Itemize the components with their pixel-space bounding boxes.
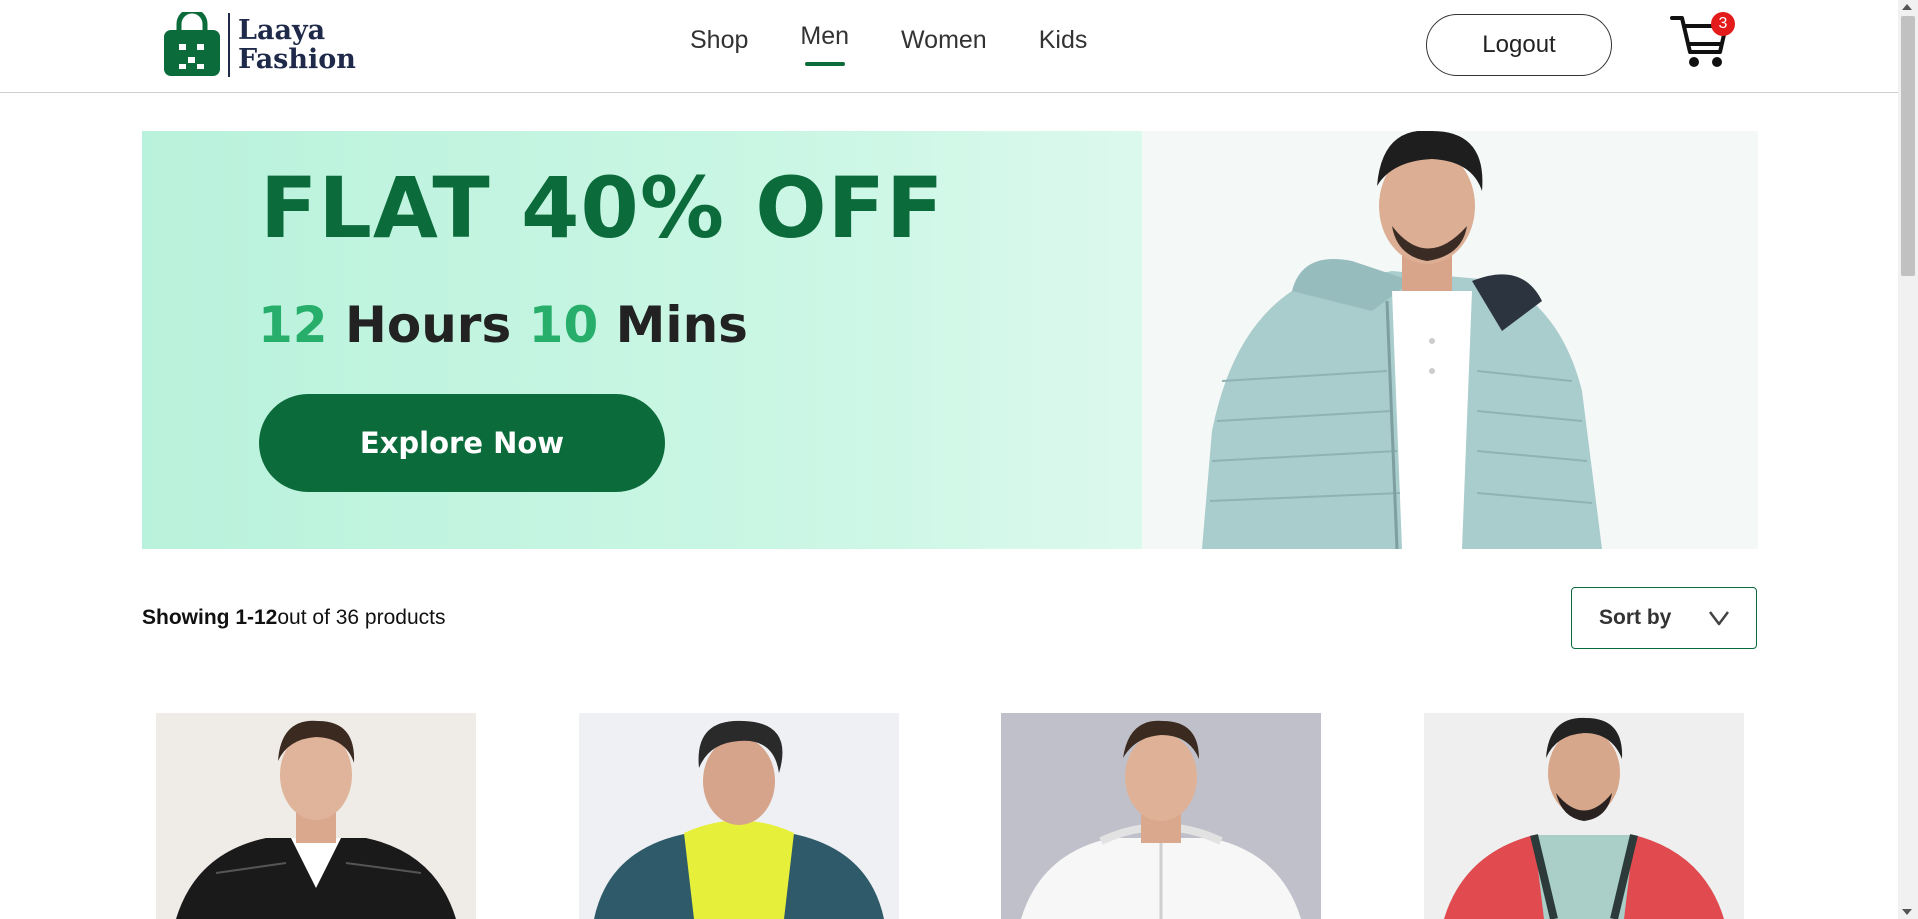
site-header: Laaya Fashion Shop Men Women Kids Logout…	[0, 0, 1898, 93]
brand-name-line1: Laaya	[238, 15, 326, 46]
chevron-down-icon	[1709, 611, 1729, 626]
results-total: out of 36 products	[277, 606, 446, 629]
cart-count-badge: 3	[1711, 12, 1735, 36]
scroll-up-arrow-icon[interactable]	[1902, 4, 1912, 10]
scrollbar-thumb[interactable]	[1901, 16, 1915, 276]
brand-logo[interactable]: Laaya Fashion	[162, 12, 356, 78]
brand-name: Laaya Fashion	[238, 16, 356, 74]
sort-by-dropdown[interactable]: Sort by	[1571, 587, 1757, 649]
countdown-timer: 12 Hours 10 Mins	[258, 296, 748, 354]
explore-now-button[interactable]: Explore Now	[259, 394, 665, 492]
results-count: Showing 1-12out of 36 products	[142, 606, 445, 630]
product-image	[1424, 713, 1744, 919]
product-image	[579, 713, 899, 919]
sort-by-label: Sort by	[1599, 606, 1672, 629]
shopping-bag-icon	[164, 12, 220, 76]
product-card[interactable]	[579, 713, 899, 919]
logo-divider	[228, 13, 230, 77]
nav-item-shop[interactable]: Shop	[690, 26, 748, 65]
scroll-down-arrow-icon[interactable]	[1902, 909, 1912, 915]
timer-hours: 12	[258, 296, 328, 354]
product-image	[1001, 713, 1321, 919]
brand-name-line2: Fashion	[238, 44, 356, 75]
main-nav: Shop Men Women Kids	[690, 22, 1139, 65]
banner-title: FLAT 40% OFF	[260, 159, 945, 257]
timer-mins-label: Mins	[615, 296, 748, 354]
product-card[interactable]	[156, 713, 476, 919]
nav-item-men[interactable]: Men	[800, 22, 849, 65]
page-scrollbar[interactable]	[1898, 0, 1918, 919]
results-range: Showing 1-12	[142, 606, 278, 629]
product-image	[156, 713, 476, 919]
timer-mins: 10	[528, 296, 599, 354]
timer-hours-label: Hours	[345, 296, 512, 354]
product-card[interactable]	[1001, 713, 1321, 919]
nav-item-women[interactable]: Women	[901, 26, 987, 65]
nav-item-kids[interactable]: Kids	[1039, 26, 1088, 65]
promo-banner: FLAT 40% OFF 12 Hours 10 Mins Explore No…	[142, 131, 1758, 549]
product-card[interactable]	[1424, 713, 1744, 919]
logout-button[interactable]: Logout	[1426, 14, 1612, 76]
banner-model-image	[1142, 131, 1758, 549]
